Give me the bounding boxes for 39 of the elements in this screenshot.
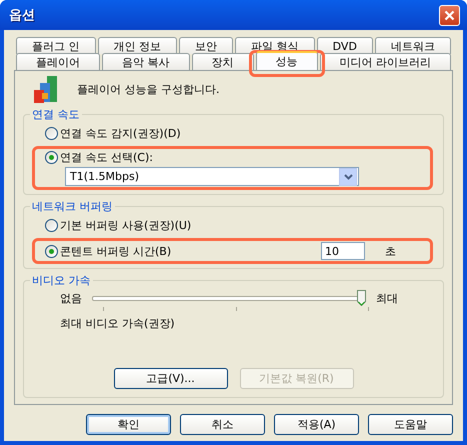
caret-icon	[339, 168, 357, 186]
tab[interactable]: 보안	[179, 37, 234, 54]
close-button[interactable]	[439, 4, 460, 26]
window-title: 옵션	[9, 7, 35, 24]
option-label[interactable]: 콘텐트 버퍼링 시간(B)	[60, 244, 172, 258]
slider-thumb[interactable]	[357, 290, 366, 306]
tab[interactable]: 성능	[256, 51, 318, 70]
input-field[interactable]: 10	[321, 242, 365, 260]
tab[interactable]: 플레이어	[16, 53, 100, 70]
group-title: 연결 속도	[31, 107, 80, 122]
dialog-button[interactable]: 적용(A)	[274, 414, 359, 435]
radio-button[interactable]	[45, 244, 58, 258]
option-label[interactable]: 연결 속도 감지(권장)(D)	[60, 126, 181, 141]
tab[interactable]: 개인 정보	[98, 37, 178, 54]
dialog-button[interactable]: 취소	[180, 414, 265, 435]
dialog-button[interactable]: 도움말	[368, 414, 453, 435]
group-title: 네트워크 버퍼링	[31, 199, 114, 214]
close-icon	[444, 10, 455, 20]
radio-button[interactable]	[45, 219, 58, 232]
option-label[interactable]: 기본 버퍼링 사용(권장)(U)	[60, 218, 192, 233]
speed-dropdown[interactable]: T1(1.5Mbps)	[65, 167, 359, 186]
radio-button[interactable]	[45, 127, 58, 140]
unit-label: 초	[385, 244, 396, 258]
dialog-button[interactable]: 확인	[86, 414, 171, 435]
tab[interactable]: DVD	[316, 37, 373, 54]
group-title: 비디오 가속	[31, 273, 92, 288]
tab[interactable]: 음악 복사	[102, 53, 190, 70]
acceleration-caption: 최대 비디오 가속(권장)	[60, 316, 176, 331]
slider-min-label: 없음	[60, 290, 82, 306]
dialog-button[interactable]: 고급(V)...	[114, 368, 228, 389]
description-text: 플레이어 성능을 구성합니다.	[77, 82, 220, 96]
tab[interactable]: 미디어 라이브러리	[320, 53, 451, 70]
option-label[interactable]: 연결 속도 선택(C):	[60, 150, 153, 165]
radio-button[interactable]	[45, 151, 58, 164]
slider[interactable]	[92, 290, 366, 306]
tab[interactable]: 장치	[192, 53, 254, 70]
tab[interactable]: 네트워크	[374, 37, 451, 54]
slider-max-label: 최대	[376, 290, 398, 306]
tab[interactable]: 플러그 인	[16, 37, 96, 54]
